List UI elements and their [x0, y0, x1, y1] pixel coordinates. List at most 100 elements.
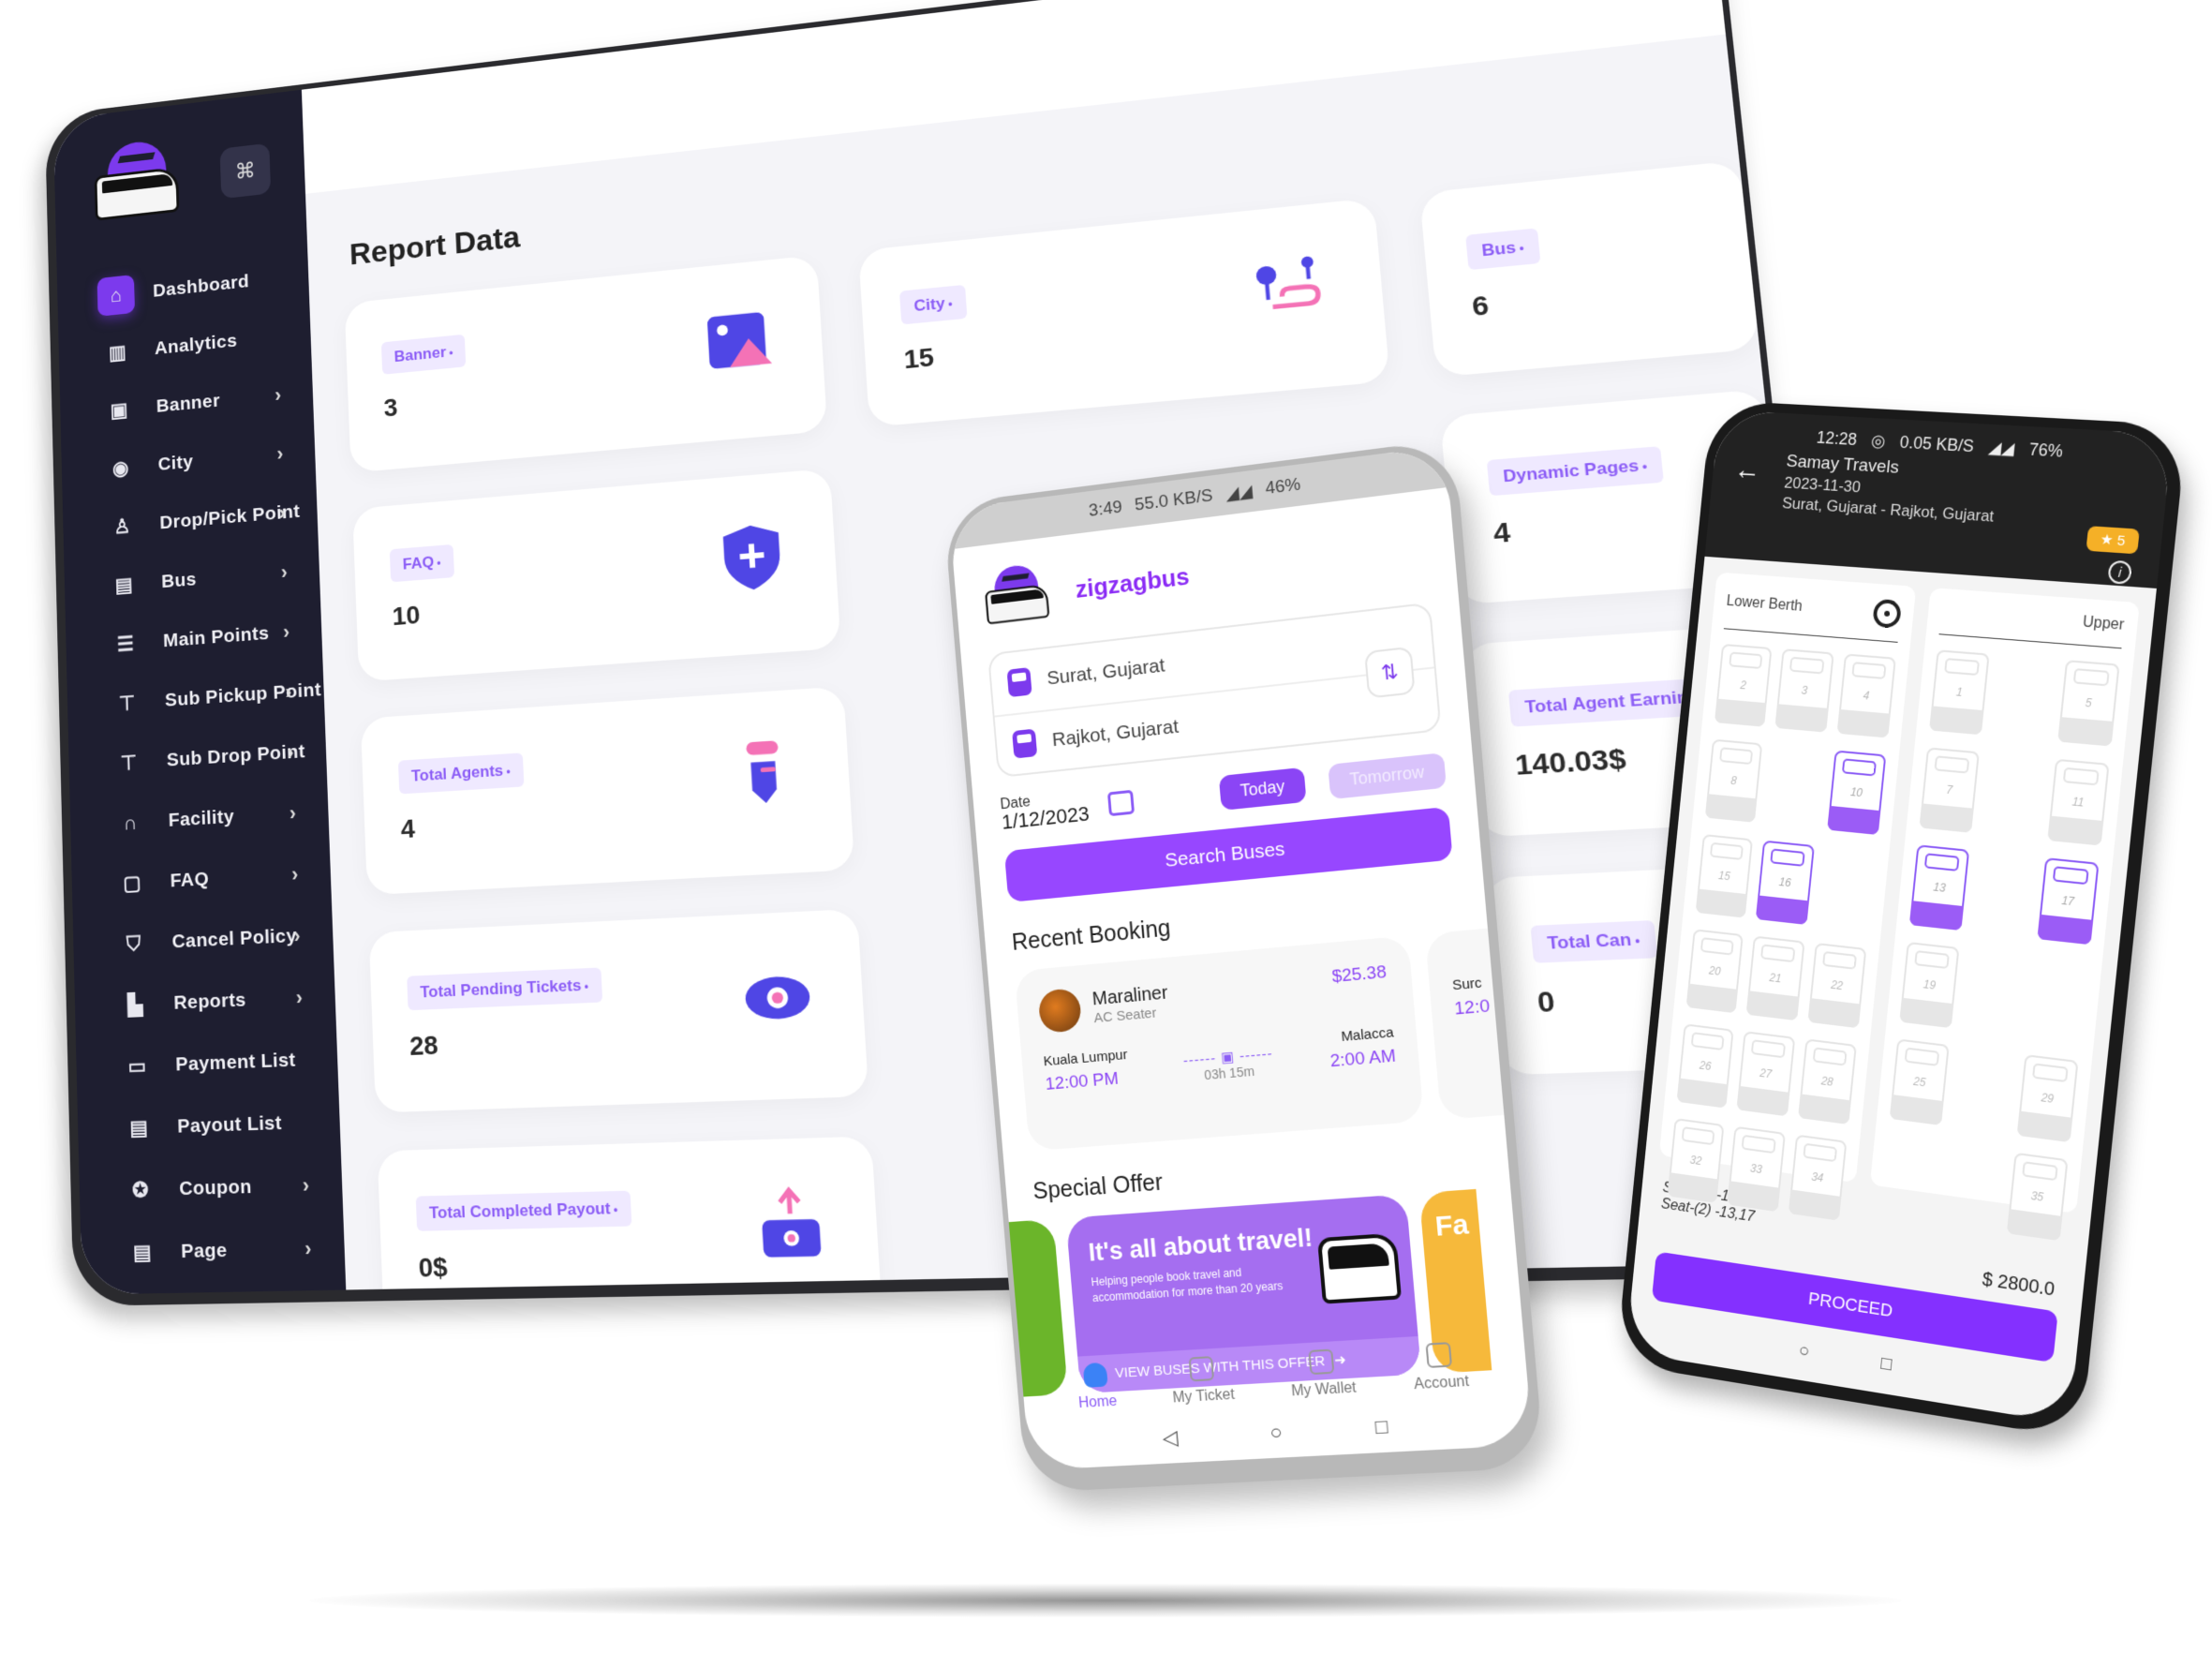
sidebar-item-label: Payout List: [177, 1111, 283, 1138]
sidebar-item-label: Facility: [168, 806, 235, 831]
chevron-right-icon[interactable]: ›: [295, 986, 303, 1010]
seat[interactable]: 13: [1908, 844, 1970, 931]
seat[interactable]: 25: [1889, 1038, 1951, 1126]
booking-card[interactable]: Maraliner AC Seater $25.38 Kuala Lumpur …: [1014, 935, 1425, 1152]
chevron-right-icon[interactable]: ›: [293, 924, 301, 948]
tab-account[interactable]: Account: [1411, 1341, 1470, 1393]
tomorrow-button[interactable]: Tomorrow: [1328, 752, 1447, 799]
report-card-value: 6: [1470, 290, 1491, 322]
seat[interactable]: 3: [1774, 648, 1834, 733]
signpost-icon: ⊤: [118, 691, 136, 715]
chevron-right-icon[interactable]: ›: [283, 620, 290, 645]
seat[interactable]: 11: [2046, 758, 2110, 846]
lower-berth-header: Lower Berth: [1723, 588, 1903, 643]
seat-phone: 12:28 ◎ 0.05 KB/S ◢◢ 76% ← Samay Travels…: [1615, 399, 2188, 1439]
seat[interactable]: 15: [1695, 834, 1754, 918]
seat[interactable]: 7: [1919, 747, 1981, 833]
report-card-label: Total Pending Tickets: [407, 967, 602, 1011]
brand-name: zigzagbus: [1074, 561, 1191, 603]
report-card[interactable]: Bus 6: [1418, 160, 1760, 378]
seat[interactable]: 34: [1788, 1134, 1848, 1221]
seat[interactable]: 10: [1826, 750, 1887, 836]
report-card[interactable]: Banner3: [344, 255, 828, 473]
brand-logo[interactable]: [90, 137, 185, 230]
image-icon: [701, 304, 778, 382]
seat[interactable]: 5: [2056, 660, 2120, 747]
date-picker[interactable]: Date 1/12/2023: [1000, 789, 1090, 833]
home-nav-icon[interactable]: ○: [1269, 1420, 1283, 1445]
chevron-right-icon[interactable]: ›: [291, 862, 299, 886]
sidebar-item-label: Main Points: [162, 622, 270, 652]
departure-time: 12:00 PM: [1045, 1068, 1120, 1095]
report-card[interactable]: Total Completed Payout0$: [377, 1136, 883, 1295]
back-nav-icon[interactable]: ◁: [1162, 1425, 1180, 1451]
upper-berth-deck: Upper 1 5 7 11 13 17 19 25 29 35: [1869, 588, 2140, 1242]
chevron-right-icon[interactable]: ›: [278, 501, 286, 526]
status-speed: 55.0 KB/S: [1134, 485, 1214, 515]
chevron-right-icon[interactable]: ›: [276, 442, 284, 466]
seat[interactable]: 4: [1836, 653, 1896, 738]
seat[interactable]: 26: [1676, 1023, 1734, 1109]
tab-label: Home: [1077, 1392, 1118, 1412]
chevron-right-icon[interactable]: ›: [275, 383, 282, 407]
chat-icon: ▢: [122, 871, 142, 896]
seat[interactable]: 19: [1899, 941, 1960, 1029]
chevron-right-icon[interactable]: ›: [289, 801, 297, 826]
offer-subtext: Helping people book travel and accommoda…: [1090, 1265, 1284, 1304]
recent-bookings: Maraliner AC Seater $25.38 Kuala Lumpur …: [1014, 923, 1534, 1152]
sidebar-item-label: Reports: [173, 989, 247, 1014]
status-speed: 0.05 KB/S: [1898, 432, 1975, 456]
sidebar-item-reports[interactable]: ▙ Reports ›: [74, 965, 336, 1038]
tab-my-wallet[interactable]: My Wallet: [1288, 1348, 1358, 1400]
report-card[interactable]: Total Agents4: [360, 686, 855, 896]
back-arrow-icon[interactable]: ←: [1730, 454, 1762, 512]
report-card-label: Total Agents: [397, 752, 525, 795]
chevron-right-icon[interactable]: ›: [280, 560, 288, 585]
sidebar-item-label: FAQ: [170, 868, 210, 892]
seat[interactable]: 20: [1685, 929, 1744, 1014]
home-nav-icon[interactable]: ○: [1798, 1340, 1811, 1363]
recents-nav-icon[interactable]: □: [1374, 1414, 1389, 1439]
tab-my-ticket[interactable]: My Ticket: [1169, 1355, 1235, 1407]
seat[interactable]: 27: [1736, 1031, 1795, 1117]
sidebar-item-page[interactable]: ▤ Page ›: [81, 1216, 346, 1285]
sidebar-item-coupon[interactable]: ✪ Coupon ›: [79, 1154, 343, 1224]
seat[interactable]: 35: [2006, 1152, 2069, 1242]
seat[interactable]: 28: [1797, 1038, 1857, 1125]
info-icon[interactable]: i: [2107, 559, 2133, 585]
chevron-right-icon[interactable]: ›: [285, 680, 292, 705]
today-button[interactable]: Today: [1218, 767, 1307, 811]
grid-menu-button[interactable]: ⌘: [219, 142, 272, 200]
seat[interactable]: 21: [1745, 935, 1805, 1021]
report-card[interactable]: City15: [858, 198, 1390, 427]
destination-city: Malacca: [1340, 1024, 1395, 1046]
report-card[interactable]: FAQ10: [352, 468, 841, 682]
seat[interactable]: 8: [1704, 738, 1763, 823]
tab-label: My Ticket: [1172, 1386, 1236, 1407]
swap-route-button[interactable]: ⇅: [1364, 646, 1416, 699]
chevron-right-icon[interactable]: ›: [304, 1237, 312, 1262]
chevron-right-icon[interactable]: ›: [302, 1173, 309, 1199]
report-card[interactable]: Total Pending Tickets28: [368, 908, 869, 1113]
chevron-right-icon[interactable]: ›: [287, 740, 294, 765]
seat[interactable]: 16: [1756, 840, 1815, 925]
seat[interactable]: 17: [2037, 857, 2100, 946]
seat[interactable]: 33: [1727, 1125, 1786, 1213]
tab-label: My Wallet: [1290, 1379, 1358, 1400]
tab-home[interactable]: Home: [1076, 1362, 1118, 1412]
seat[interactable]: 2: [1714, 643, 1773, 727]
seat[interactable]: 1: [1929, 649, 1991, 736]
calendar-icon[interactable]: [1106, 789, 1135, 817]
brand-logo: [980, 562, 1050, 632]
recents-nav-icon[interactable]: □: [1879, 1353, 1893, 1377]
seat[interactable]: 29: [2016, 1054, 2079, 1143]
seat[interactable]: 22: [1807, 942, 1867, 1029]
sidebar-item-label: Analytics: [154, 330, 238, 359]
home-phone: 3:49 55.0 KB/S ◢◢ 46% zigzagbus Surat, G: [943, 439, 1545, 1494]
wallet-icon: [1308, 1348, 1335, 1376]
sidebar-item-payment-list[interactable]: ▭ Payment List: [76, 1028, 339, 1100]
sidebar-item-payout-list[interactable]: ▤ Payout List: [77, 1090, 340, 1161]
floor-shadow: [309, 1584, 1902, 1617]
seat[interactable]: 32: [1667, 1118, 1725, 1203]
sidebar-item-label: Coupon: [178, 1175, 253, 1200]
